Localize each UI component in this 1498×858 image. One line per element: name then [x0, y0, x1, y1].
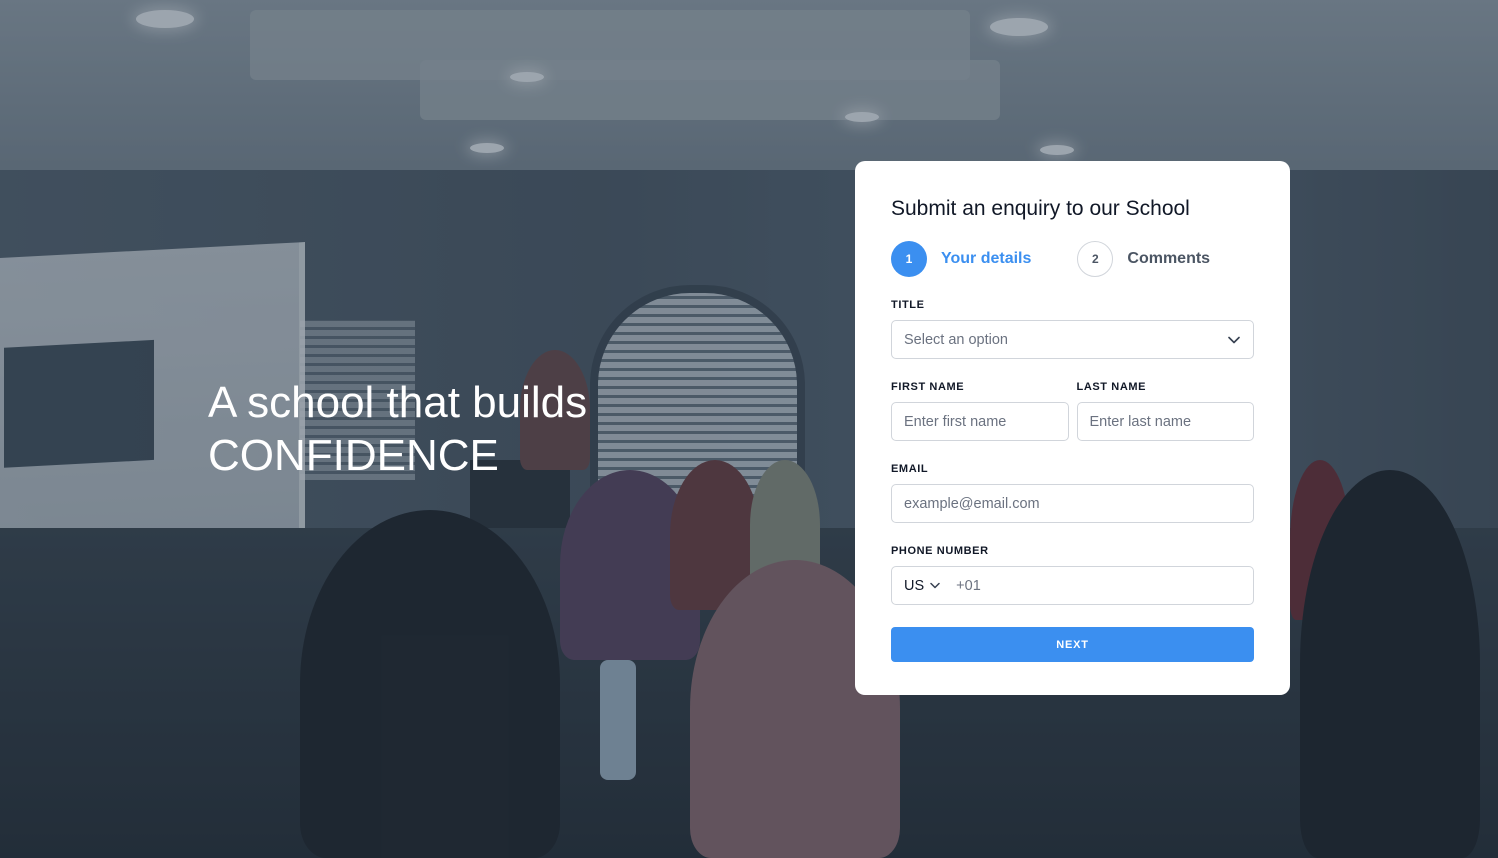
title-field-group: TITLE Select an option — [891, 299, 1254, 359]
phone-input[interactable]: US +01 — [891, 566, 1254, 605]
hero-line-2: CONFIDENCE — [208, 431, 499, 480]
email-label: EMAIL — [891, 463, 929, 475]
step-your-details[interactable]: 1 Your details — [891, 241, 1031, 277]
title-select-value: Select an option — [904, 331, 1008, 348]
title-label: TITLE — [891, 299, 925, 311]
last-name-placeholder: Enter last name — [1089, 413, 1192, 430]
first-name-input[interactable]: Enter first name — [891, 402, 1069, 441]
phone-field-group: PHONE NUMBER US +01 — [891, 545, 1254, 605]
step-number-badge: 1 — [891, 241, 927, 277]
last-name-field-group: LAST NAME Enter last name — [1076, 381, 1254, 441]
phone-label: PHONE NUMBER — [891, 545, 989, 557]
enquiry-form-card: Submit an enquiry to our School 1 Your d… — [855, 161, 1290, 695]
form-stepper: 1 Your details 2 Comments — [891, 241, 1254, 277]
email-input[interactable]: example@email.com — [891, 484, 1254, 523]
title-select[interactable]: Select an option — [891, 320, 1254, 359]
step-label: Comments — [1127, 250, 1211, 267]
step-label: Your details — [941, 250, 1032, 267]
first-name-label: FIRST NAME — [891, 381, 965, 393]
step-number-badge: 2 — [1077, 241, 1114, 277]
first-name-placeholder: Enter first name — [904, 413, 1007, 430]
form-title: Submit an enquiry to our School — [891, 197, 1190, 220]
next-button[interactable]: NEXT — [891, 627, 1254, 662]
hero-line-1: A school that builds — [208, 378, 588, 427]
country-code-value: US — [904, 577, 925, 594]
chevron-down-icon — [928, 579, 942, 593]
phone-placeholder: +01 — [956, 577, 981, 594]
first-name-field-group: FIRST NAME Enter first name — [891, 381, 1069, 441]
last-name-label: LAST NAME — [1076, 381, 1147, 393]
last-name-input[interactable]: Enter last name — [1076, 402, 1254, 441]
hero-heading: A school that builds CONFIDENCE — [208, 376, 587, 482]
email-placeholder: example@email.com — [904, 495, 1040, 512]
step-comments[interactable]: 2 Comments — [1077, 241, 1210, 277]
chevron-down-icon — [1227, 333, 1241, 347]
email-field-group: EMAIL example@email.com — [891, 463, 1254, 523]
country-code-select[interactable]: US — [904, 578, 942, 594]
